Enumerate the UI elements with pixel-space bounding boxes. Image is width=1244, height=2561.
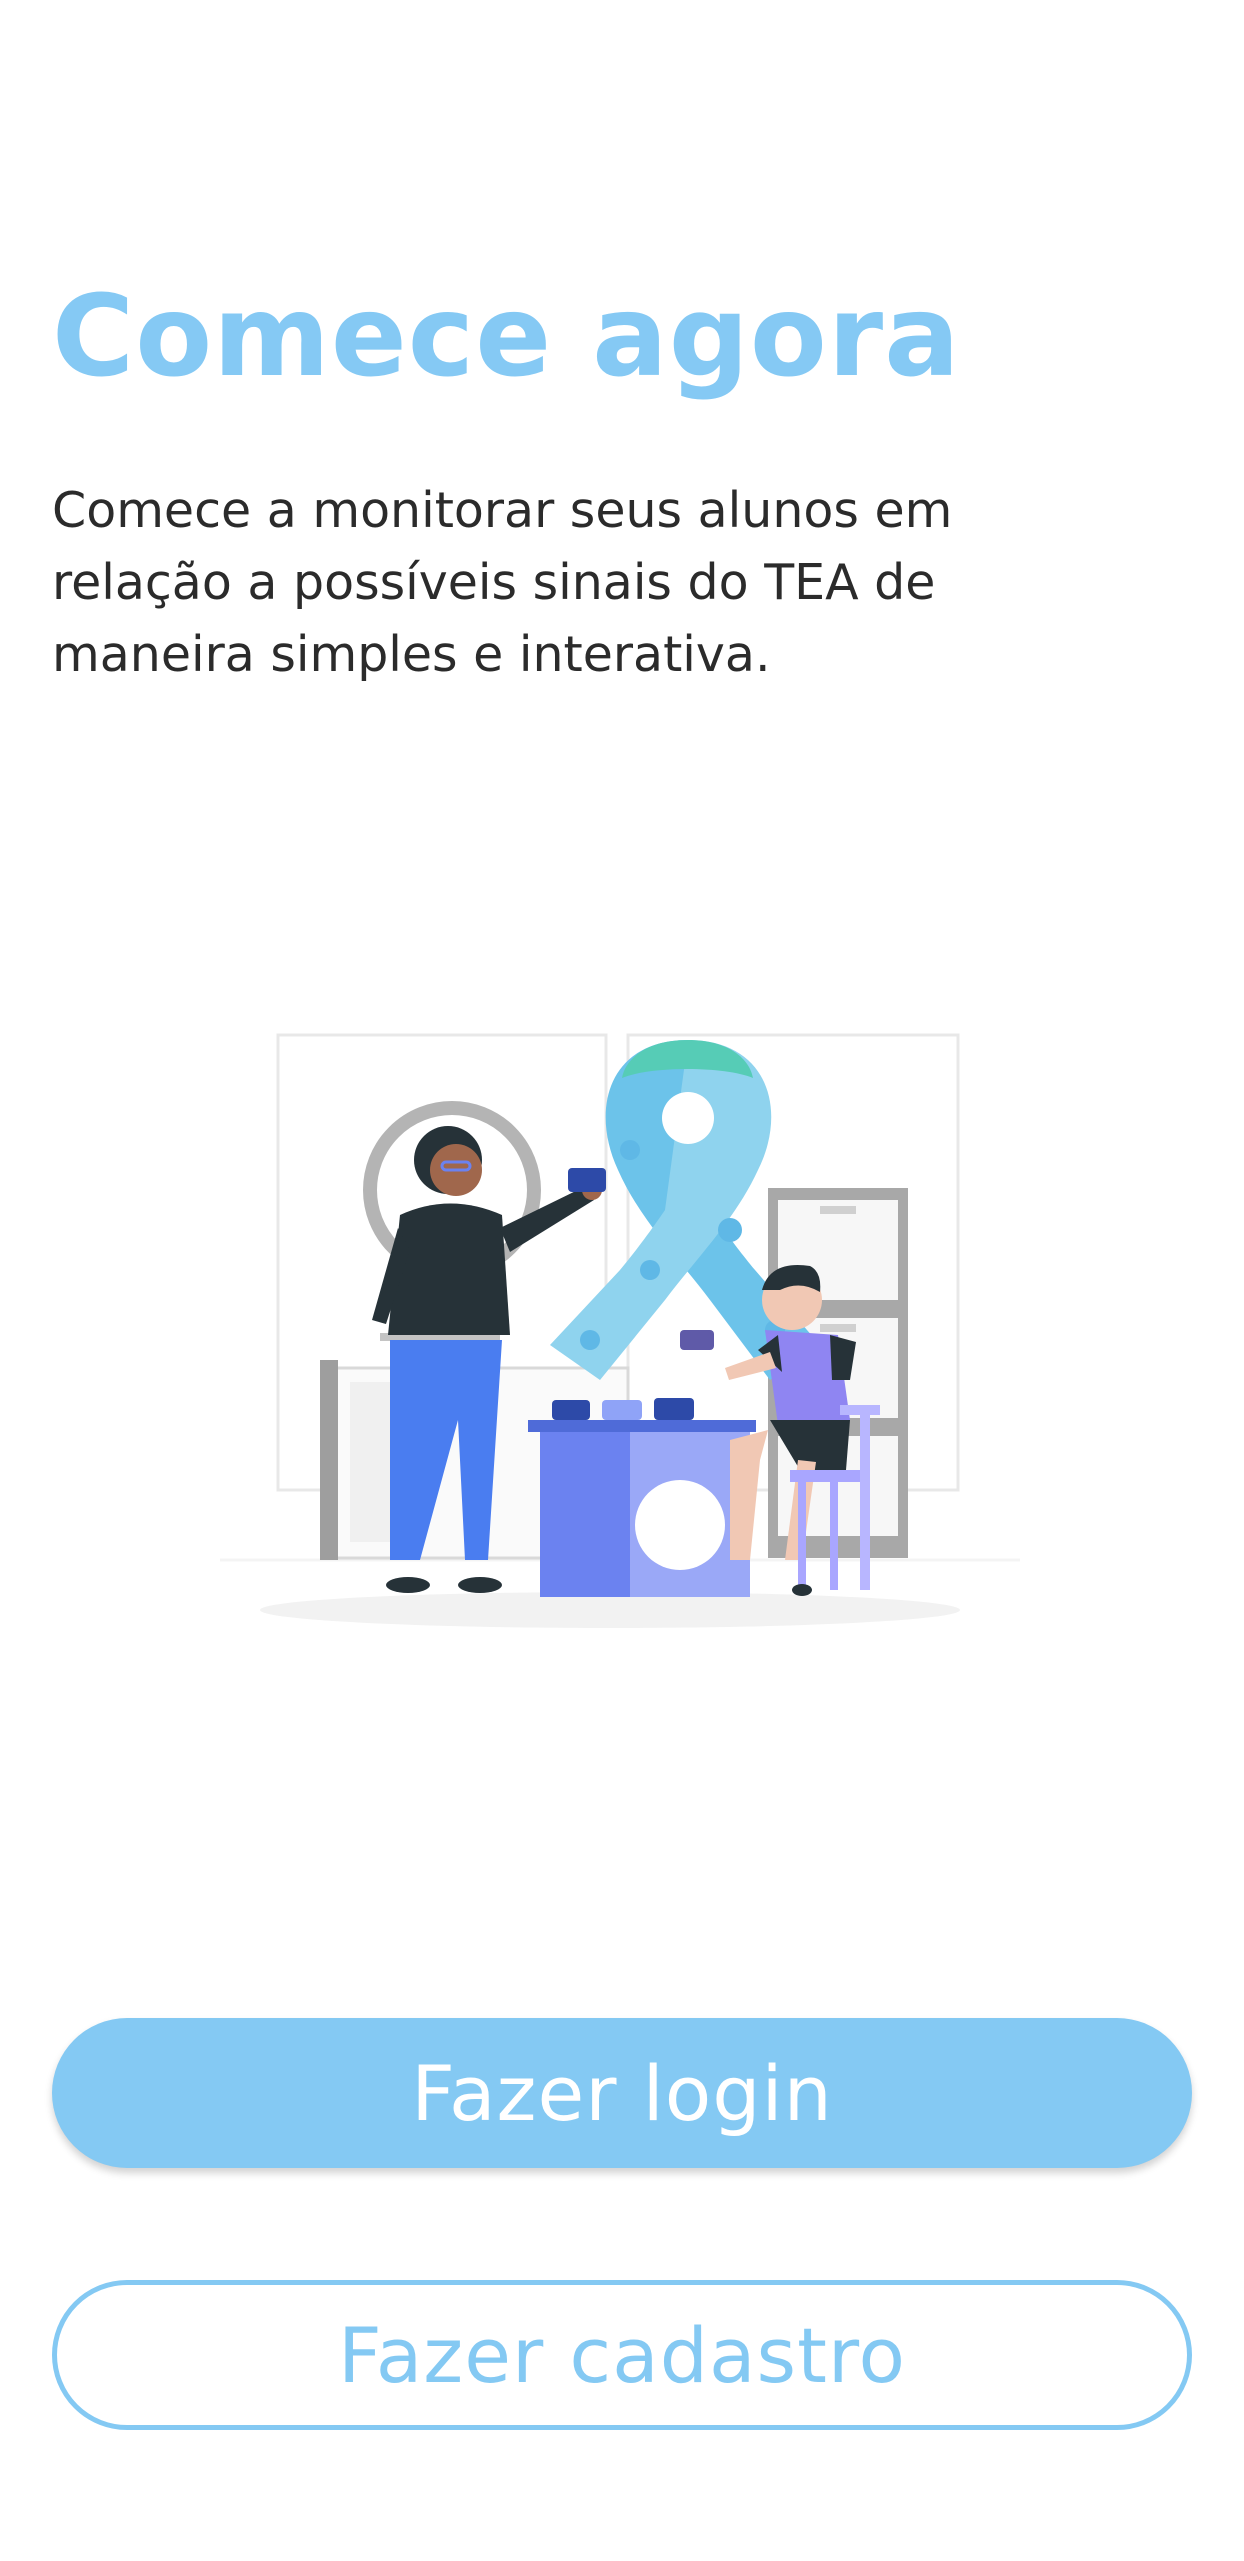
login-button[interactable]: Fazer login [52,2018,1192,2168]
onboarding-screen: Comece agora Comece a monitorar seus alu… [0,0,1244,2561]
signup-button[interactable]: Fazer cadastro [52,2280,1192,2430]
autism-ribbon-illustration [220,1033,1020,1628]
page-title: Comece agora [52,272,961,402]
page-description: Comece a monitorar seus alunos em relaçã… [52,482,953,683]
